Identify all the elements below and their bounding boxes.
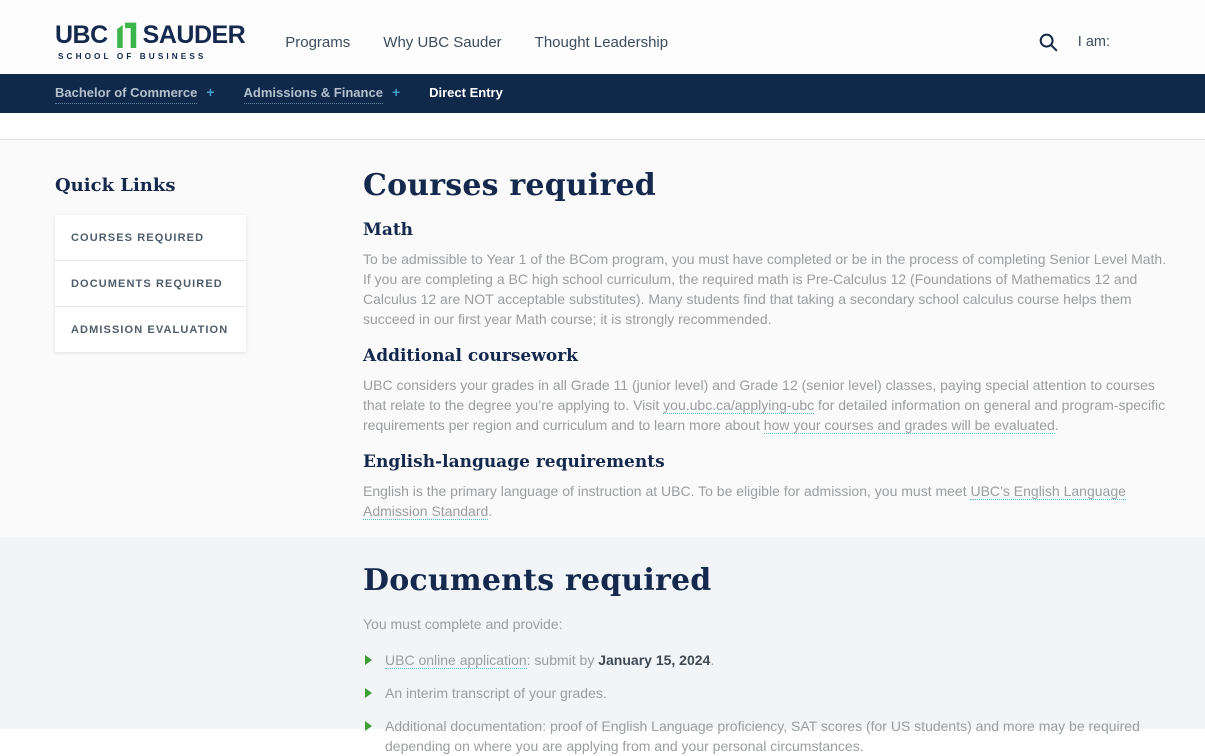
quick-links-card: COURSES REQUIRED DOCUMENTS REQUIRED ADMI… bbox=[55, 215, 246, 352]
text-run: To be admissible to Year 1 of the BCom p… bbox=[363, 251, 1166, 327]
section-subnav: Bachelor of Commerce + Admissions & Fina… bbox=[0, 74, 1205, 113]
green-arrow-bullet-icon bbox=[365, 655, 372, 665]
paragraph-additional-coursework: UBC considers your grades in all Grade 1… bbox=[363, 375, 1175, 435]
paragraph-english-language: English is the primary language of instr… bbox=[363, 481, 1175, 521]
logo-word-sauder: SAUDER bbox=[143, 23, 246, 48]
sidebar-item-admission-evaluation[interactable]: ADMISSION EVALUATION bbox=[55, 307, 246, 352]
open-door-icon bbox=[113, 21, 138, 48]
nav-item-thought-leadership[interactable]: Thought Leadership bbox=[535, 34, 668, 51]
sidebar-item-courses-required[interactable]: COURSES REQUIRED bbox=[55, 215, 246, 261]
text-run: . bbox=[1055, 417, 1059, 433]
quick-links-sidebar: Quick Links COURSES REQUIRED DOCUMENTS R… bbox=[55, 168, 246, 537]
sidebar-item-documents-required[interactable]: DOCUMENTS REQUIRED bbox=[55, 261, 246, 307]
bold-text: January 15, 2024 bbox=[598, 652, 710, 668]
page-title-documents-required: Documents required bbox=[363, 563, 1175, 598]
text-run: : submit by bbox=[527, 652, 599, 668]
subnav-label: Direct Entry bbox=[429, 85, 503, 103]
list-item: UBC online application: submit by Januar… bbox=[363, 650, 1183, 670]
inline-link[interactable]: UBC online application bbox=[385, 652, 527, 669]
courses-required-section: Quick Links COURSES REQUIRED DOCUMENTS R… bbox=[0, 139, 1205, 537]
plus-expand-icon[interactable]: + bbox=[206, 84, 214, 100]
documents-intro: You must complete and provide: bbox=[363, 614, 1175, 634]
heading-math: Math bbox=[363, 220, 1175, 240]
green-arrow-bullet-icon bbox=[365, 688, 372, 698]
inline-link[interactable]: you.ubc.ca/applying-ubc bbox=[663, 397, 814, 414]
list-item: Additional documentation: proof of Engli… bbox=[363, 716, 1183, 756]
documents-bullet-list: UBC online application: submit by Januar… bbox=[363, 650, 1175, 756]
subnav-item-admissions-finance[interactable]: Admissions & Finance + bbox=[244, 84, 401, 104]
logo-tagline: SCHOOL OF BUSINESS bbox=[55, 52, 245, 61]
courses-content: Courses required Math To be admissible t… bbox=[363, 168, 1175, 537]
subnav-label: Bachelor of Commerce bbox=[55, 85, 197, 104]
paragraph-math: To be admissible to Year 1 of the BCom p… bbox=[363, 249, 1175, 329]
text-run: English is the primary language of instr… bbox=[363, 483, 970, 499]
heading-additional-coursework: Additional coursework bbox=[363, 346, 1175, 366]
main-nav: Programs Why UBC Sauder Thought Leadersh… bbox=[285, 34, 668, 51]
page-title-courses-required: Courses required bbox=[363, 168, 1175, 203]
quick-links-title: Quick Links bbox=[55, 175, 246, 196]
text-run: An interim transcript of your grades. bbox=[385, 685, 607, 701]
list-item: An interim transcript of your grades. bbox=[363, 683, 1183, 703]
i-am-menu[interactable]: I am: bbox=[1078, 34, 1110, 50]
bullet-text: UBC online application: submit by Januar… bbox=[385, 650, 714, 670]
subnav-item-bachelor-of-commerce[interactable]: Bachelor of Commerce + bbox=[55, 84, 215, 104]
nav-item-programs[interactable]: Programs bbox=[285, 34, 350, 51]
subnav-item-direct-entry[interactable]: Direct Entry bbox=[429, 85, 503, 103]
text-run: . bbox=[488, 503, 492, 519]
text-run: Additional documentation: proof of Engli… bbox=[385, 718, 1140, 754]
text-run: . bbox=[710, 652, 714, 668]
spacer-strip bbox=[0, 113, 1205, 139]
header-right: I am: bbox=[1037, 31, 1205, 53]
documents-required-section: Documents required You must complete and… bbox=[0, 537, 1205, 729]
subnav-label: Admissions & Finance bbox=[244, 85, 383, 104]
plus-expand-icon[interactable]: + bbox=[392, 84, 400, 100]
inline-link[interactable]: how your courses and grades will be eval… bbox=[764, 417, 1055, 434]
ubc-sauder-logo[interactable]: UBC SAUDER SCHOOL OF BUSINESS bbox=[55, 21, 245, 61]
logo-word-ubc: UBC bbox=[55, 23, 108, 48]
search-icon[interactable] bbox=[1037, 31, 1059, 53]
heading-english-language-requirements: English-language requirements bbox=[363, 452, 1175, 472]
bullet-text: Additional documentation: proof of Engli… bbox=[385, 716, 1183, 756]
bullet-text: An interim transcript of your grades. bbox=[385, 683, 607, 703]
green-arrow-bullet-icon bbox=[365, 721, 372, 731]
nav-item-why-ubc-sauder[interactable]: Why UBC Sauder bbox=[383, 34, 501, 51]
site-header: UBC SAUDER SCHOOL OF BUSINESS Programs W… bbox=[0, 0, 1205, 74]
